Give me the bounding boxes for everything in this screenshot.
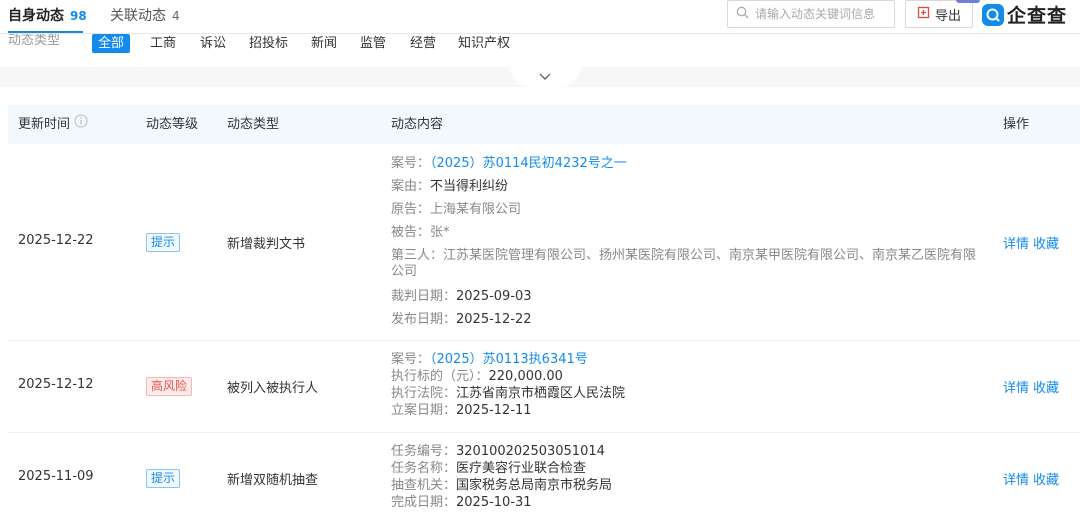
export-button[interactable]: 导出 xyxy=(905,0,973,28)
detail-court: 执行法院：江苏省南京市栖霞区人民法院 xyxy=(391,386,626,401)
detail-link[interactable]: 详情 xyxy=(1003,233,1029,252)
brand-icon xyxy=(982,3,1004,26)
table-row: 2025-12-12 高风险 被列入被执行人 案号：（2025）苏0113执63… xyxy=(8,341,1080,433)
top-bar: 自身动态 98 关联动态 4 导出 企查查 xyxy=(0,0,1080,34)
favorite-link[interactable]: 收藏 xyxy=(1033,377,1059,396)
detail-task-number: 任务编号：320100202503051014 xyxy=(391,444,605,459)
expand-toggle[interactable] xyxy=(510,67,580,87)
tab-self-count: 98 xyxy=(70,9,87,23)
filter-chip-all[interactable]: 全部 xyxy=(92,34,131,53)
favorite-link[interactable]: 收藏 xyxy=(1033,233,1059,252)
header-level: 动态等级 xyxy=(146,117,199,132)
header-update-time[interactable]: 更新时间 xyxy=(18,105,88,144)
detail-link[interactable]: 详情 xyxy=(1003,377,1029,396)
search-box[interactable] xyxy=(727,0,895,28)
row-type: 新增裁判文书 xyxy=(227,237,306,252)
tab-self-dynamics[interactable]: 自身动态 98 xyxy=(8,5,87,25)
filter-label: 动态类型 xyxy=(8,34,61,47)
detail-filing-date: 立案日期：2025-12-11 xyxy=(391,403,532,418)
case-number-link[interactable]: （2025）苏0113执6341号 xyxy=(430,352,588,367)
export-label: 导出 xyxy=(934,8,961,24)
level-badge: 提示 xyxy=(146,233,181,252)
active-tab-underline xyxy=(8,31,83,33)
filter-row: 动态类型 全部 工商 诉讼 招投标 新闻 监管 经营 知识产权 xyxy=(0,34,1080,54)
filter-chip-business[interactable]: 工商 xyxy=(144,34,182,53)
table-row: 2025-11-09 提示 新增双随机抽查 任务编号：3201002025030… xyxy=(8,433,1080,520)
detail-amount: 执行标的（元）：220,000.00 xyxy=(391,369,563,384)
detail-task-name: 任务名称：医疗美容行业联合检查 xyxy=(391,461,587,476)
export-icon xyxy=(917,6,930,23)
tab-related-label: 关联动态 xyxy=(110,8,166,24)
filter-chip-litigation[interactable]: 诉讼 xyxy=(194,34,232,53)
detail-case-number: 案号：（2025）苏0113执6341号 xyxy=(391,352,588,367)
row-date: 2025-12-12 xyxy=(18,377,94,392)
tab-related-dynamics[interactable]: 关联动态 4 xyxy=(110,5,180,25)
detail-cause: 案由：不当得利纠纷 xyxy=(391,179,509,194)
row-date: 2025-12-22 xyxy=(18,233,94,248)
detail-judgment-date: 裁判日期：2025-09-03 xyxy=(391,289,532,304)
table-header: 更新时间 动态等级 动态类型 动态内容 操作 xyxy=(8,105,1080,144)
detail-third-party: 第三人：江苏某医院管理有限公司、扬州某医院有限公司、南京某甲医院有限公司、南京某… xyxy=(391,248,977,279)
row-type: 被列入被执行人 xyxy=(227,381,319,396)
brand-name: 企查查 xyxy=(1007,5,1068,27)
favorite-link[interactable]: 收藏 xyxy=(1033,469,1059,488)
filter-chip-news[interactable]: 新闻 xyxy=(305,34,343,53)
detail-completion-date: 完成日期：2025-10-31 xyxy=(391,495,532,510)
tab-self-label: 自身动态 xyxy=(8,8,64,24)
row-operations: 详情 收藏 xyxy=(1003,233,1059,252)
row-operations: 详情 收藏 xyxy=(1003,377,1059,396)
header-type: 动态类型 xyxy=(227,117,280,132)
info-icon[interactable] xyxy=(74,105,88,144)
filter-chip-operation[interactable]: 经营 xyxy=(404,34,442,53)
filter-chip-regulation[interactable]: 监管 xyxy=(354,34,392,53)
row-date: 2025-11-09 xyxy=(18,469,94,484)
detail-plaintiff: 原告：上海某有限公司 xyxy=(391,202,522,217)
detail-defendant: 被告：张* xyxy=(391,225,450,240)
search-input[interactable] xyxy=(755,7,895,21)
row-operations: 详情 收藏 xyxy=(1003,469,1059,488)
chevron-down-icon xyxy=(539,70,551,85)
detail-inspection-agency: 抽查机关：国家税务总局南京市税务局 xyxy=(391,478,613,493)
detail-publish-date: 发布日期：2025-12-22 xyxy=(391,312,532,327)
header-time-label: 更新时间 xyxy=(18,117,71,132)
vip-badge xyxy=(956,0,980,3)
level-badge: 高风险 xyxy=(146,377,193,396)
header-content: 动态内容 xyxy=(391,117,444,132)
level-badge: 提示 xyxy=(146,469,181,488)
detail-case-number: 案号：（2025）苏0114民初4232号之一 xyxy=(391,156,627,171)
filter-chip-bidding[interactable]: 招投标 xyxy=(243,34,294,53)
tab-related-count: 4 xyxy=(172,9,180,23)
brand-logo: 企查查 xyxy=(982,1,1067,28)
header-ops: 操作 xyxy=(1003,117,1030,132)
table-row: 2025-12-22 提示 新增裁判文书 案号：（2025）苏0114民初423… xyxy=(8,144,1080,341)
collapse-band xyxy=(0,67,1080,87)
case-number-link[interactable]: （2025）苏0114民初4232号之一 xyxy=(430,156,627,171)
search-icon xyxy=(736,6,749,23)
filter-chip-ip[interactable]: 知识产权 xyxy=(452,34,516,53)
row-type: 新增双随机抽查 xyxy=(227,473,319,488)
detail-link[interactable]: 详情 xyxy=(1003,469,1029,488)
